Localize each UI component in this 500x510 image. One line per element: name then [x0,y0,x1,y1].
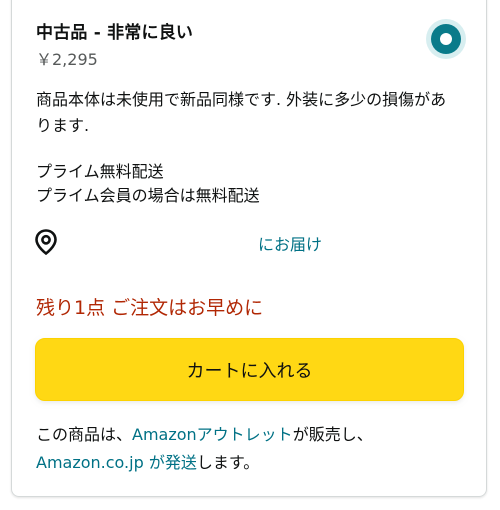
seller-middle: が販売し、 [292,425,373,444]
location-pin-icon [34,229,58,259]
seller-prefix: この商品は、 [36,425,133,444]
seller-link[interactable]: Amazonアウトレット [132,425,293,444]
radio-dot [440,33,452,45]
shipping-info: プライム無料配送 プライム会員の場合は無料配送 [36,160,260,208]
shipping-line-member: プライム会員の場合は無料配送 [36,186,260,205]
seller-suffix: します。 [196,453,260,472]
offer-price: ￥2,295 [36,50,98,69]
radio-ring [431,24,461,54]
add-to-cart-button[interactable]: カートに入れる [35,338,464,401]
fulfiller-link[interactable]: Amazon.co.jp が発送 [36,453,197,472]
offer-description: 商品本体は未使用で新品同様です. 外装に多少の損傷があります. [36,90,447,135]
seller-info: この商品は、Amazonアウトレットが販売し、 Amazon.co.jp が発送し… [36,421,466,477]
radio-selected-icon[interactable] [426,19,466,59]
delivery-location[interactable]: にお届け [34,229,334,259]
stock-warning: 残り1点 ご注文はお早めに [36,297,264,319]
shipping-line-prime: プライム無料配送 [36,162,164,181]
deliver-to-link[interactable]: にお届け [258,231,322,255]
offer-condition: 中古品 - 非常に良い [36,23,194,43]
